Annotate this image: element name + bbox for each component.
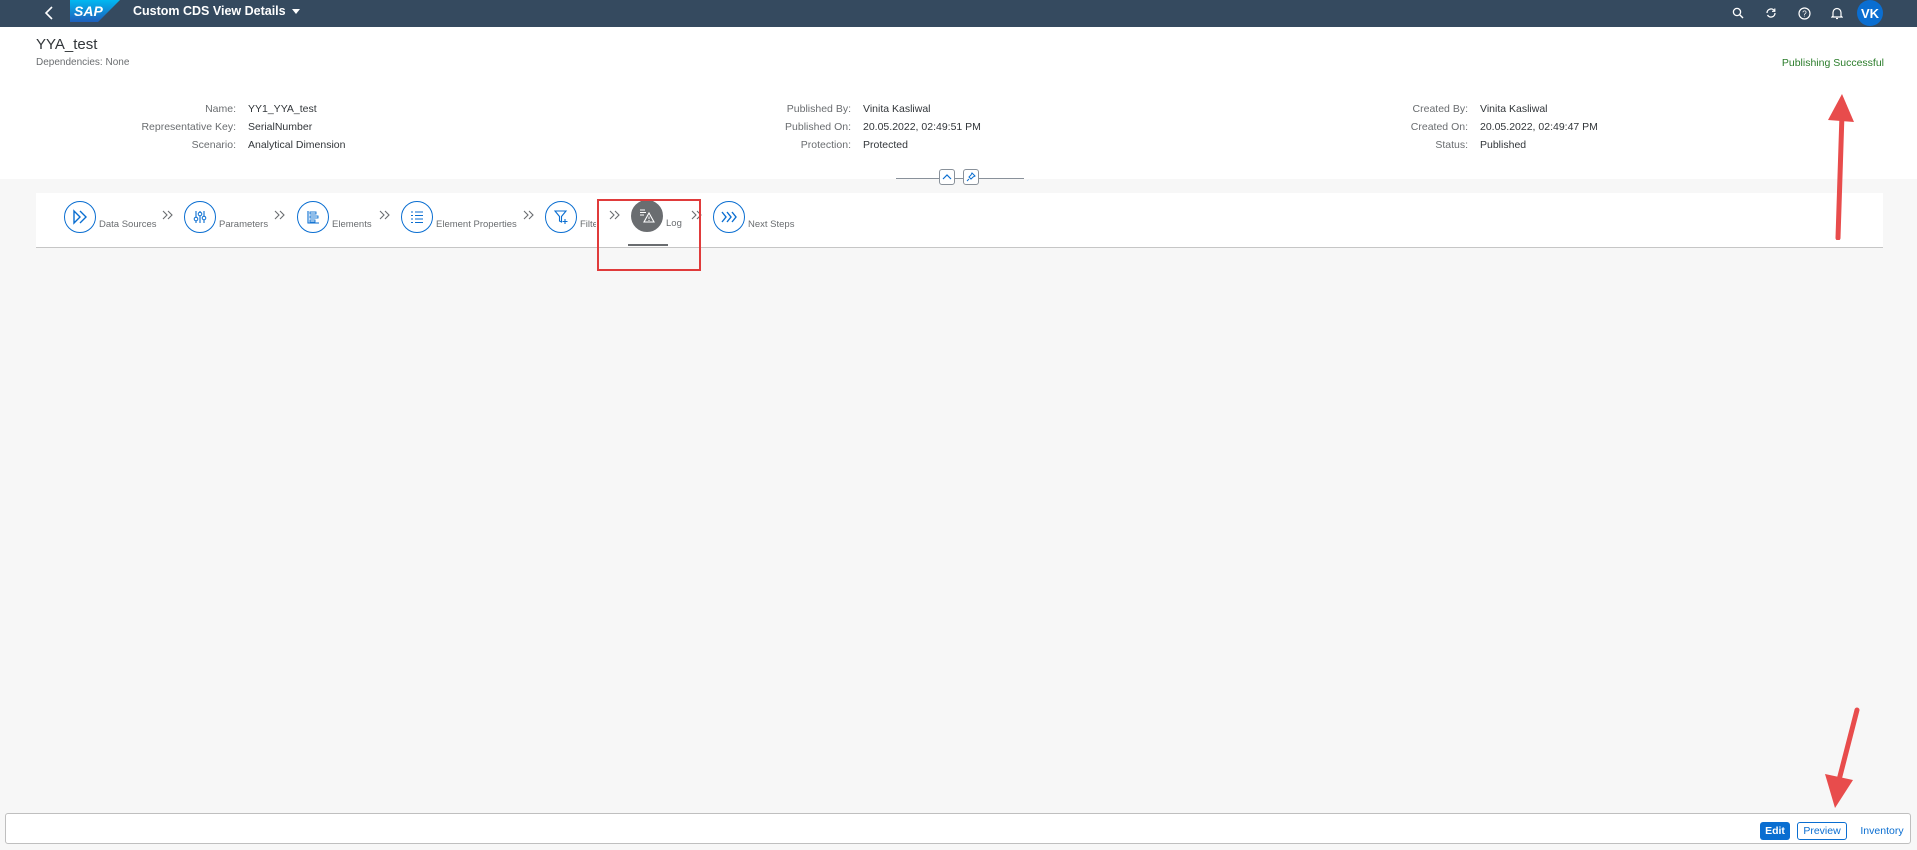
attribute-row: Published By: Vinita Kasliwal [700,100,981,118]
step-parameters[interactable]: Parameters [184,201,268,233]
filter-icon [545,201,577,233]
svg-text:?: ? [1802,9,1807,18]
header-attributes-col2: Published By: Vinita Kasliwal Published O… [700,100,981,154]
edit-button[interactable]: Edit [1760,822,1790,840]
step-separator-icon [521,207,537,223]
attribute-row: Status: Published [1300,136,1598,154]
collapse-header-button[interactable] [939,169,955,185]
attribute-label: Created By: [1412,103,1468,115]
help-icon[interactable]: ? [1794,3,1814,23]
annotation-arrow-up [1828,94,1854,240]
attribute-row: Published On: 20.05.2022, 02:49:51 PM [700,118,981,136]
attribute-label: Published By: [786,103,851,115]
step-label: Next Steps [748,218,795,230]
sap-logo-text: SAP [74,3,103,19]
attribute-value: SerialNumber [248,121,313,133]
attribute-label: Protection: [800,139,851,151]
attribute-value: 20.05.2022, 02:49:51 PM [863,121,981,133]
attribute-label: Published On: [785,121,851,133]
navigation-steps: Data Sources Parameters Elements Element… [36,193,1883,248]
step-label: Element Properties [436,218,517,230]
app-title: Custom CDS View Details [133,4,286,18]
app-title-menu[interactable]: Custom CDS View Details [133,4,300,18]
data-sources-icon [64,201,96,233]
header-attributes-col3: Created By: Vinita Kasliwal Created On: 20… [1300,100,1598,154]
attribute-row: Protection: Protected [700,136,981,154]
step-elements[interactable]: Elements [297,201,372,233]
attribute-label: Status: [1435,139,1468,151]
step-label: Filter [580,218,596,230]
annotation-arrow-down [1825,707,1860,808]
step-separator-icon [160,207,176,223]
annotation-highlight-box [597,199,701,271]
inventory-button[interactable]: Inventory [1857,822,1907,840]
footer-toolbar: Edit Preview Inventory [5,813,1911,844]
step-data-sources[interactable]: Data Sources [64,201,157,233]
attribute-label: Created On: [1410,121,1468,133]
pin-header-button[interactable] [963,169,979,185]
attribute-value: 20.05.2022, 02:49:47 PM [1480,121,1598,133]
attribute-value: YY1_YYA_test [248,103,317,115]
shell-bar: SAP Custom CDS View Details ? VK [0,0,1917,27]
status-message: Publishing Successful [1781,57,1884,69]
attribute-label: Scenario: [191,139,236,151]
back-icon[interactable] [40,3,58,23]
attribute-label: Name: [205,103,236,115]
elements-icon [297,201,329,233]
step-separator-icon [272,207,288,223]
attribute-value: Vinita Kasliwal [1480,103,1548,115]
dependencies-text: Dependencies: None [36,57,130,68]
search-icon[interactable] [1728,3,1748,23]
element-properties-icon [401,201,433,233]
step-separator-icon [377,207,393,223]
attribute-row: Representative Key: SerialNumber [36,118,345,136]
attribute-value: Vinita Kasliwal [863,103,931,115]
avatar[interactable]: VK [1857,0,1883,26]
page-title: YYA_test [36,36,98,53]
sap-logo[interactable]: SAP [70,0,120,22]
chevron-down-icon [291,8,300,14]
attribute-value: Protected [863,139,908,151]
attribute-row: Scenario: Analytical Dimension [36,136,346,154]
object-header: YYA_test Dependencies: None Publishing S… [0,27,1917,179]
attribute-value: Analytical Dimension [248,139,346,151]
attribute-value: Published [1480,139,1527,151]
step-next-steps[interactable]: Next Steps [713,201,794,233]
step-element-properties[interactable]: Element Properties [401,201,517,233]
attribute-row: Created On: 20.05.2022, 02:49:47 PM [1300,118,1598,136]
step-label: Parameters [219,218,269,230]
step-filter[interactable]: Filter [545,201,596,233]
attribute-row: Name: YY1_YYA_test [36,100,345,118]
parameters-icon [184,201,216,233]
header-divider [896,178,1024,179]
sync-icon[interactable] [1761,3,1781,23]
step-label: Data Sources [99,218,157,230]
header-attributes-col1: Name: YY1_YYA_test Representative Key: Ser… [36,100,345,154]
chevron-up-icon [942,174,952,180]
attribute-label: Representative Key: [141,121,236,133]
notification-icon[interactable] [1827,3,1847,23]
next-steps-icon [713,201,745,233]
step-label: Elements [332,218,372,230]
pin-icon [966,172,976,182]
preview-button[interactable]: Preview [1797,822,1847,840]
attribute-row: Created By: Vinita Kasliwal [1300,100,1598,118]
